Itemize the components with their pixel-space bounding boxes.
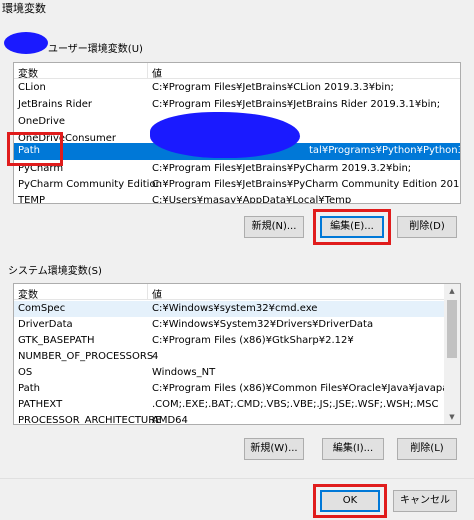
environment-variables-dialog: 環境変数 ユーザー環境変数(U) 変数 値 CLion C:¥Program F… [0,0,474,520]
scroll-down-icon[interactable]: ▼ [444,410,460,424]
system-var-row-number-of-processors[interactable]: NUMBER_OF_PROCESSORS 4 [14,349,460,365]
user-var-row-temp[interactable]: TEMP C:¥Users¥masay¥AppData¥Local¥Temp [14,193,460,203]
system-col-value-header[interactable]: 値 [152,286,162,301]
user-var-row-clion[interactable]: CLion C:¥Program Files¥JetBrains¥CLion 2… [14,80,460,96]
user-new-button[interactable]: 新規(N)... [244,216,304,238]
system-var-row-path[interactable]: Path C:¥Program Files (x86)¥Common Files… [14,381,460,397]
system-vars-group-label: システム環境変数(S) [8,266,102,277]
highlight-box-path [7,132,63,166]
redaction-mark [4,32,48,54]
system-var-row-os[interactable]: OS Windows_NT [14,365,460,381]
user-delete-button[interactable]: 削除(D) [397,216,457,238]
user-col-name-header[interactable]: 変数 [18,65,38,80]
user-vars-header: 変数 値 [14,63,460,80]
system-col-name-header[interactable]: 変数 [18,286,38,301]
system-delete-button[interactable]: 削除(L) [397,438,457,460]
system-var-row-processor-architecture[interactable]: PROCESSOR_ARCHITECTURE AMD64 [14,413,460,424]
system-var-row-gtk-basepath[interactable]: GTK_BASEPATH C:¥Program Files (x86)¥GtkS… [14,333,460,349]
system-vars-list[interactable]: 変数 値 ComSpec C:¥Windows¥system32¥cmd.exe… [13,283,461,425]
highlight-box-ok [313,484,387,518]
redaction-mark [150,112,300,158]
user-col-value-header[interactable]: 値 [152,65,162,80]
user-var-row-pycharm[interactable]: PyCharm C:¥Program Files¥JetBrains¥PyCha… [14,161,460,177]
window-title: 環境変数 [2,2,46,15]
system-vars-header: 変数 値 [14,284,460,301]
user-var-row-rider[interactable]: JetBrains Rider C:¥Program Files¥JetBrai… [14,97,460,113]
system-var-row-driverdata[interactable]: DriverData C:¥Windows¥System32¥Drivers¥D… [14,317,460,333]
system-var-row-comspec[interactable]: ComSpec C:¥Windows¥system32¥cmd.exe [14,301,446,317]
cancel-button[interactable]: キャンセル [393,490,457,512]
system-new-button[interactable]: 新規(W)... [244,438,304,460]
user-vars-group-label: ユーザー環境変数(U) [48,44,143,55]
scroll-thumb[interactable] [447,300,457,358]
system-var-row-pathext[interactable]: PATHEXT .COM;.EXE;.BAT;.CMD;.VBS;.VBE;.J… [14,397,460,413]
scroll-up-icon[interactable]: ▲ [444,284,460,298]
user-var-row-pycharm-ce[interactable]: PyCharm Community Edition C:¥Program Fil… [14,177,460,193]
system-vars-scrollbar[interactable]: ▲ ▼ [444,284,460,424]
system-edit-button[interactable]: 編集(I)... [322,438,384,460]
highlight-box-edit [313,209,391,245]
